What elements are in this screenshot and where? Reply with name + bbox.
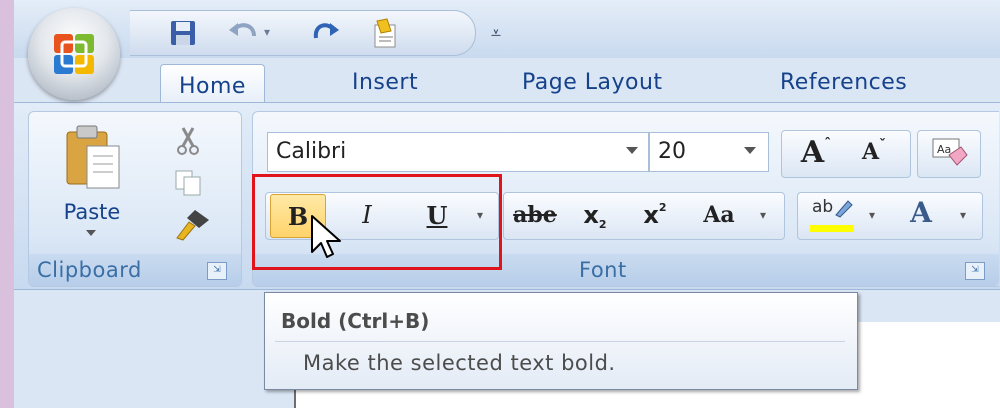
undo-dropdown-icon[interactable]: ▾	[264, 25, 270, 39]
paste-button[interactable]: Paste	[55, 122, 129, 242]
cut-icon[interactable]	[173, 126, 203, 156]
superscript-mark: 2	[658, 200, 667, 214]
tab-home-label: Home	[179, 74, 246, 99]
grow-caret-icon: ˆ	[824, 136, 832, 152]
office-logo-icon	[54, 34, 94, 74]
undo-icon[interactable]	[226, 17, 260, 49]
change-case-glyph: Aa	[703, 202, 735, 228]
paste-label: Paste	[63, 200, 121, 224]
ribbon-tabs: Home Insert Page Layout References	[14, 58, 1000, 109]
subscript-button[interactable]: x2	[570, 194, 620, 236]
change-case-dropdown-icon[interactable]: ▾	[752, 194, 774, 236]
highlight-glyph: ab	[812, 197, 834, 217]
customize-qat-icon[interactable]: ⩡	[486, 17, 506, 49]
subscript-mark: 2	[598, 217, 607, 231]
superscript-glyph: x	[643, 201, 659, 229]
ribbon: Paste Clipboard ⇲ Calibri 20 A ˆ A ˇ Aa …	[14, 102, 1000, 290]
repeat-format-icon[interactable]	[366, 17, 406, 49]
color-row: ab ▾ A ▾	[797, 192, 983, 240]
mouse-cursor-icon	[311, 215, 341, 258]
font-name-dropdown-icon[interactable]	[626, 147, 638, 154]
highlight-color-bar	[810, 225, 854, 232]
word-window: ▾ ⩡ Home Insert Page Layout References P…	[14, 0, 1000, 408]
clear-format-row: Aa	[917, 130, 981, 178]
tab-references-label: References	[780, 70, 908, 95]
format-painter-icon[interactable]	[175, 208, 211, 242]
shrink-font-glyph: A	[861, 139, 880, 165]
clipboard-group: Paste Clipboard ⇲	[28, 111, 242, 287]
svg-text:Aa: Aa	[937, 143, 951, 156]
grow-shrink-row: Aˆ Aˇ	[781, 130, 911, 178]
highlight-dropdown-icon[interactable]: ▾	[862, 194, 882, 236]
tooltip-title: Bold (Ctrl+B)	[281, 309, 430, 333]
font-name-value: Calibri	[276, 139, 347, 164]
strikethrough-button[interactable]: abe	[508, 194, 562, 236]
grow-font-glyph: A	[800, 134, 825, 170]
marker-pen-icon	[835, 200, 853, 218]
bold-callout-box	[252, 174, 502, 270]
paste-dropdown-icon	[86, 230, 96, 236]
tab-insert[interactable]: Insert	[352, 70, 418, 95]
font-color-dropdown-icon[interactable]: ▾	[952, 194, 974, 236]
clipboard-group-label: Clipboard	[37, 258, 142, 282]
tab-page-layout-label: Page Layout	[522, 70, 663, 95]
font-color-icon: A	[901, 196, 941, 234]
tooltip-description: Make the selected text bold.	[303, 351, 616, 375]
font-group-label: Font	[579, 258, 627, 282]
font-size-dropdown-icon[interactable]	[744, 147, 756, 154]
office-button[interactable]	[28, 8, 120, 100]
quick-access-toolbar: ▾ ⩡	[130, 10, 501, 56]
bold-tooltip: Bold (Ctrl+B) Make the selected text bol…	[264, 292, 858, 390]
font-size-combo[interactable]: 20	[649, 132, 769, 172]
paste-icon	[66, 125, 120, 189]
highlight-icon: ab	[810, 197, 854, 233]
change-case-button[interactable]: Aa	[688, 194, 750, 236]
tooltip-divider	[275, 341, 845, 342]
font-size-value: 20	[658, 139, 686, 164]
tab-page-layout[interactable]: Page Layout	[522, 70, 663, 95]
font-color-button[interactable]: A	[892, 194, 950, 236]
font-color-glyph: A	[910, 196, 932, 229]
subscript-glyph: x	[583, 201, 599, 229]
superscript-button[interactable]: x2	[630, 194, 680, 236]
font-launcher-icon[interactable]: ⇲	[965, 262, 985, 280]
clear-formatting-icon[interactable]: Aa	[924, 131, 974, 173]
strikethrough-glyph: abe	[513, 202, 557, 228]
tab-insert-label: Insert	[352, 70, 419, 95]
copy-icon[interactable]	[173, 168, 203, 198]
clipboard-launcher-icon[interactable]: ⇲	[207, 262, 227, 280]
highlight-button[interactable]: ab	[804, 194, 860, 236]
save-icon[interactable]	[166, 17, 200, 49]
shrink-font-button[interactable]: Aˇ	[846, 131, 902, 173]
redo-icon[interactable]	[308, 17, 342, 49]
script-row: abe x2 x2 Aa ▾	[503, 192, 785, 240]
font-name-combo[interactable]: Calibri	[267, 132, 649, 172]
grow-font-button[interactable]: Aˆ	[788, 131, 844, 173]
shrink-caret-icon: ˇ	[879, 137, 887, 153]
tab-references[interactable]: References	[780, 70, 907, 95]
